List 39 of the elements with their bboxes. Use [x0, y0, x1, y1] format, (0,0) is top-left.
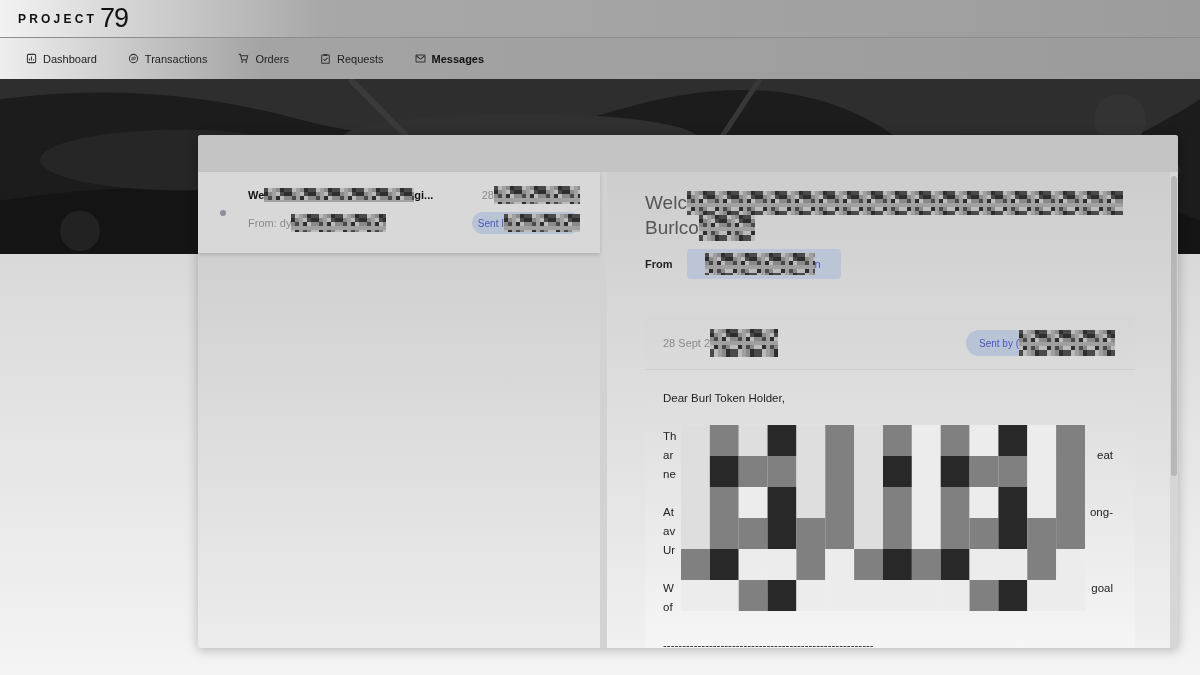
message-subject: gi...	[414, 189, 434, 201]
redaction-mosaic	[710, 329, 779, 357]
chart-icon	[26, 53, 37, 64]
message-title: Welc	[645, 191, 687, 214]
message-date: 28	[481, 189, 494, 201]
from-label: From	[645, 258, 673, 270]
body-text: -------------------------------------------------------	[663, 638, 874, 648]
body-text: goal	[1091, 581, 1113, 596]
body-text: of	[663, 600, 673, 615]
message-title: Burlco	[645, 216, 699, 239]
mail-icon	[414, 53, 426, 64]
cart-icon	[238, 53, 250, 64]
nav-tab[interactable]: Requests	[320, 52, 384, 65]
clipboard-icon	[320, 53, 331, 64]
body-text: eat	[1097, 448, 1113, 463]
logo-text: PROJECT	[18, 11, 98, 26]
message-item[interactable]: We gi... 28 From: dy Sent I	[198, 172, 600, 253]
message-date: 28 Sept 2	[663, 337, 711, 349]
body-text: W	[663, 581, 674, 596]
body-text: av	[663, 524, 676, 539]
message-subject: We	[248, 189, 265, 201]
sender-email: n	[814, 258, 821, 270]
nav-tab[interactable]: Dashboard	[26, 52, 97, 65]
badge-text: Sent by (	[978, 337, 1019, 349]
body-text: At	[663, 505, 674, 520]
nav-tab[interactable]: Orders	[238, 52, 289, 65]
badge-text: Sent I	[477, 217, 504, 229]
body-text: Ur	[663, 543, 676, 558]
nav-tab[interactable]: Messages	[414, 52, 485, 65]
exchange-icon	[127, 53, 139, 64]
body-text: ong-	[1089, 505, 1113, 520]
body-text: ne	[663, 467, 676, 482]
logo-number: 79	[100, 5, 129, 32]
body-text: Th	[663, 429, 677, 444]
scrollbar[interactable]	[1170, 172, 1178, 648]
body-text: ar	[663, 448, 674, 463]
sender-text: From: dy	[248, 217, 292, 229]
greeting-text: Dear Burl Token Holder,	[663, 391, 786, 406]
nav-tab[interactable]: Transactions	[127, 52, 208, 65]
